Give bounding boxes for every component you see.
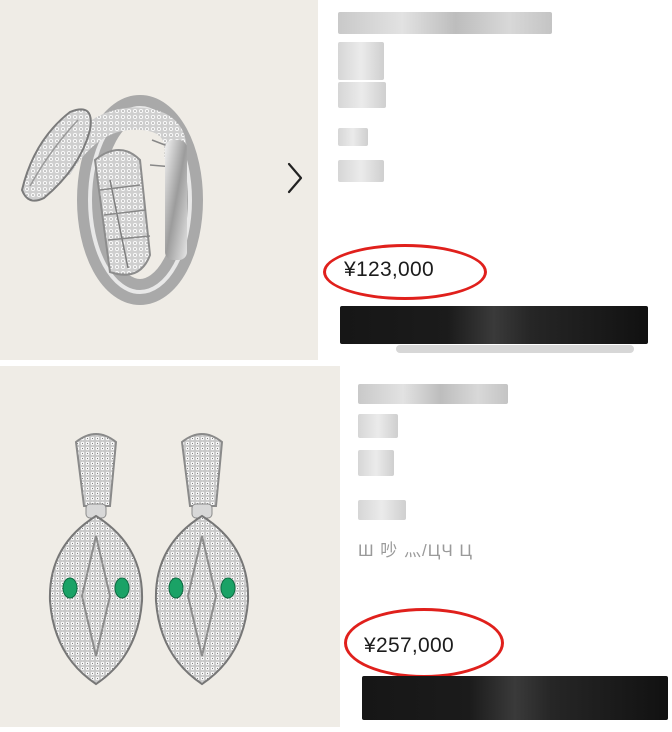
product-info-ring: ¥123,000 bbox=[318, 0, 672, 360]
product-card-earrings[interactable]: Ш 吵 灬/ЦЧ Ц ¥257,000 bbox=[0, 366, 672, 727]
redacted-title bbox=[338, 12, 552, 34]
earring-right bbox=[154, 433, 250, 686]
redacted-title bbox=[358, 384, 508, 404]
product-image-earrings[interactable] bbox=[0, 366, 340, 727]
product-image-ring[interactable] bbox=[0, 0, 318, 360]
product-info-earrings: Ш 吵 灬/ЦЧ Ц ¥257,000 bbox=[340, 366, 672, 727]
redacted-text bbox=[338, 160, 384, 182]
redacted-text bbox=[358, 450, 394, 476]
redacted-text bbox=[358, 500, 406, 520]
product-card-ring[interactable]: ¥123,000 bbox=[0, 0, 672, 360]
redacted-text bbox=[338, 82, 386, 108]
redacted-button[interactable] bbox=[362, 676, 668, 720]
earring-left bbox=[48, 433, 144, 686]
redacted-text bbox=[358, 414, 398, 438]
price-highlight-circle bbox=[344, 608, 504, 678]
redacted-text bbox=[338, 42, 384, 80]
serpent-earrings-image bbox=[48, 433, 250, 686]
redacted-button[interactable] bbox=[340, 306, 648, 344]
partial-text: Ш 吵 灬/ЦЧ Ц bbox=[358, 541, 473, 560]
chevron-right-icon[interactable] bbox=[284, 158, 306, 198]
redacted-text bbox=[338, 128, 368, 146]
serpent-ring-image bbox=[20, 95, 203, 305]
price-highlight-circle bbox=[323, 244, 487, 300]
redacted-underline bbox=[396, 345, 634, 353]
